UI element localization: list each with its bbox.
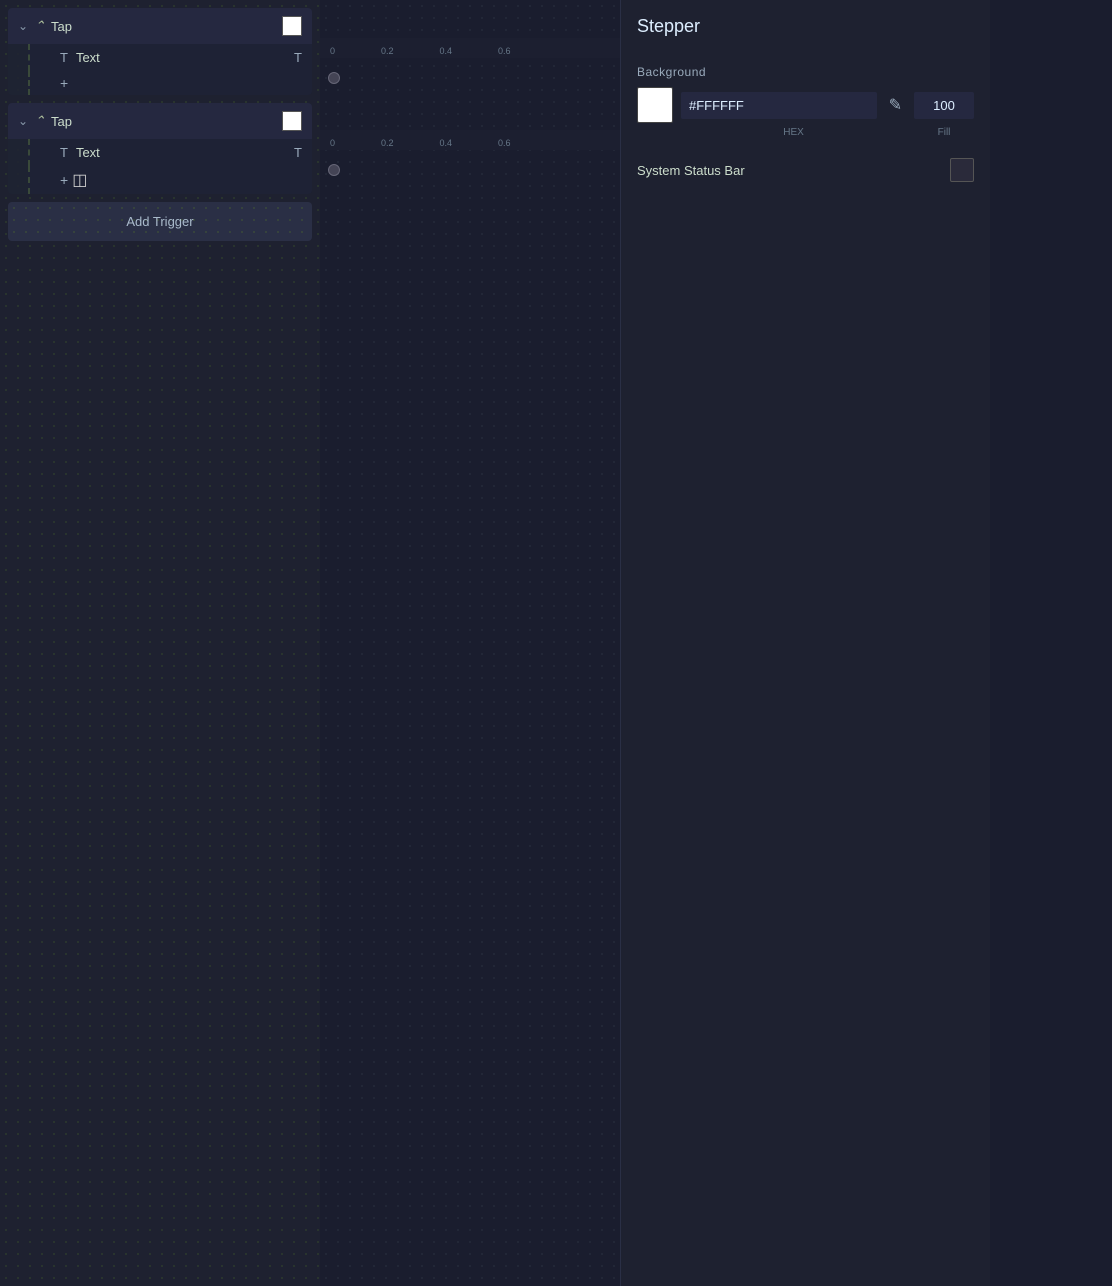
add-child-row-2[interactable]: + ◫: [28, 166, 312, 194]
eyedropper-button[interactable]: ✎: [885, 91, 906, 119]
color-swatch-1[interactable]: [282, 16, 302, 36]
hex-input[interactable]: [681, 92, 877, 119]
color-swatch-2[interactable]: [282, 111, 302, 131]
chevron-down-icon-2: ⌄: [18, 114, 28, 128]
add-trigger-button[interactable]: Add Trigger: [8, 202, 312, 241]
ruler-marks-1: 0 0.2 0.4 0.6: [320, 46, 620, 56]
text-format-icon-2: T: [294, 145, 302, 160]
background-section: Background ✎ HEX Fill: [637, 65, 974, 138]
plus-icon-1: +: [60, 75, 68, 91]
trigger-children-2: T Text T + ◫: [8, 139, 312, 194]
timeline-ruler-2: 0 0.2 0.4 0.6: [320, 130, 620, 150]
system-status-label: System Status Bar: [637, 163, 745, 178]
tap-icon-2: ⌃: [34, 113, 45, 129]
child-item-2[interactable]: T Text T: [28, 139, 312, 166]
fill-label: Fill: [914, 127, 974, 138]
trigger-children-1: T Text T +: [8, 44, 312, 95]
fill-input[interactable]: [914, 92, 974, 119]
ruler-mark-0: 0: [330, 46, 335, 56]
system-status-toggle[interactable]: [950, 158, 974, 182]
text-type-icon-1: T: [60, 50, 68, 65]
text-label-1: Text: [76, 50, 286, 65]
timeline-circle-2: [328, 164, 340, 176]
ruler-mark2-02: 0.2: [381, 138, 394, 148]
tap-label-1: Tap: [51, 19, 276, 34]
timeline-circle-1: [328, 72, 340, 84]
trigger-header-1[interactable]: ⌄ ⌃ Tap: [8, 8, 312, 44]
system-status-section: System Status Bar: [637, 158, 974, 182]
circle-row-2: [320, 150, 620, 190]
trigger-header-2[interactable]: ⌄ ⌃ Tap: [8, 103, 312, 139]
circle-row-1: [320, 58, 620, 98]
ruler-marks-2: 0 0.2 0.4 0.6: [320, 138, 620, 148]
hex-label: HEX: [681, 127, 906, 138]
text-type-icon-2: T: [60, 145, 68, 160]
tap-icon-1: ⌃: [34, 18, 45, 34]
cursor-indicator: ◫: [72, 170, 87, 190]
plus-icon-2: +: [60, 172, 68, 188]
timeline-area: 0 0.2 0.4 0.6 0 0.2 0.4 0.6: [320, 0, 620, 1286]
color-labels: HEX Fill: [637, 127, 974, 138]
chevron-down-icon: ⌄: [18, 19, 28, 33]
text-format-icon-1: T: [294, 50, 302, 65]
panel-title: Stepper: [637, 16, 974, 45]
right-panel: Stepper Background ✎ HEX Fill System Sta…: [620, 0, 990, 1286]
ruler-mark-04: 0.4: [440, 46, 453, 56]
triggers-column: ⌄ ⌃ Tap T Text T +: [0, 0, 320, 1286]
trigger-block-1: ⌄ ⌃ Tap T Text T +: [8, 8, 312, 95]
trigger-block-2: ⌄ ⌃ Tap T Text T + ◫: [8, 103, 312, 194]
ruler-mark2-0: 0: [330, 138, 335, 148]
timeline-ruler-1: 0 0.2 0.4 0.6: [320, 38, 620, 58]
spacer-1: [320, 98, 620, 130]
background-label: Background: [637, 65, 974, 79]
ruler-mark-06: 0.6: [498, 46, 511, 56]
color-row: ✎: [637, 87, 974, 123]
ruler-mark-02: 0.2: [381, 46, 394, 56]
ruler-mark2-04: 0.4: [440, 138, 453, 148]
ruler-mark2-06: 0.6: [498, 138, 511, 148]
color-preview[interactable]: [637, 87, 673, 123]
child-item-1[interactable]: T Text T: [28, 44, 312, 71]
tap-label-2: Tap: [51, 114, 276, 129]
text-label-2: Text: [76, 145, 286, 160]
add-child-row-1[interactable]: +: [28, 71, 312, 95]
